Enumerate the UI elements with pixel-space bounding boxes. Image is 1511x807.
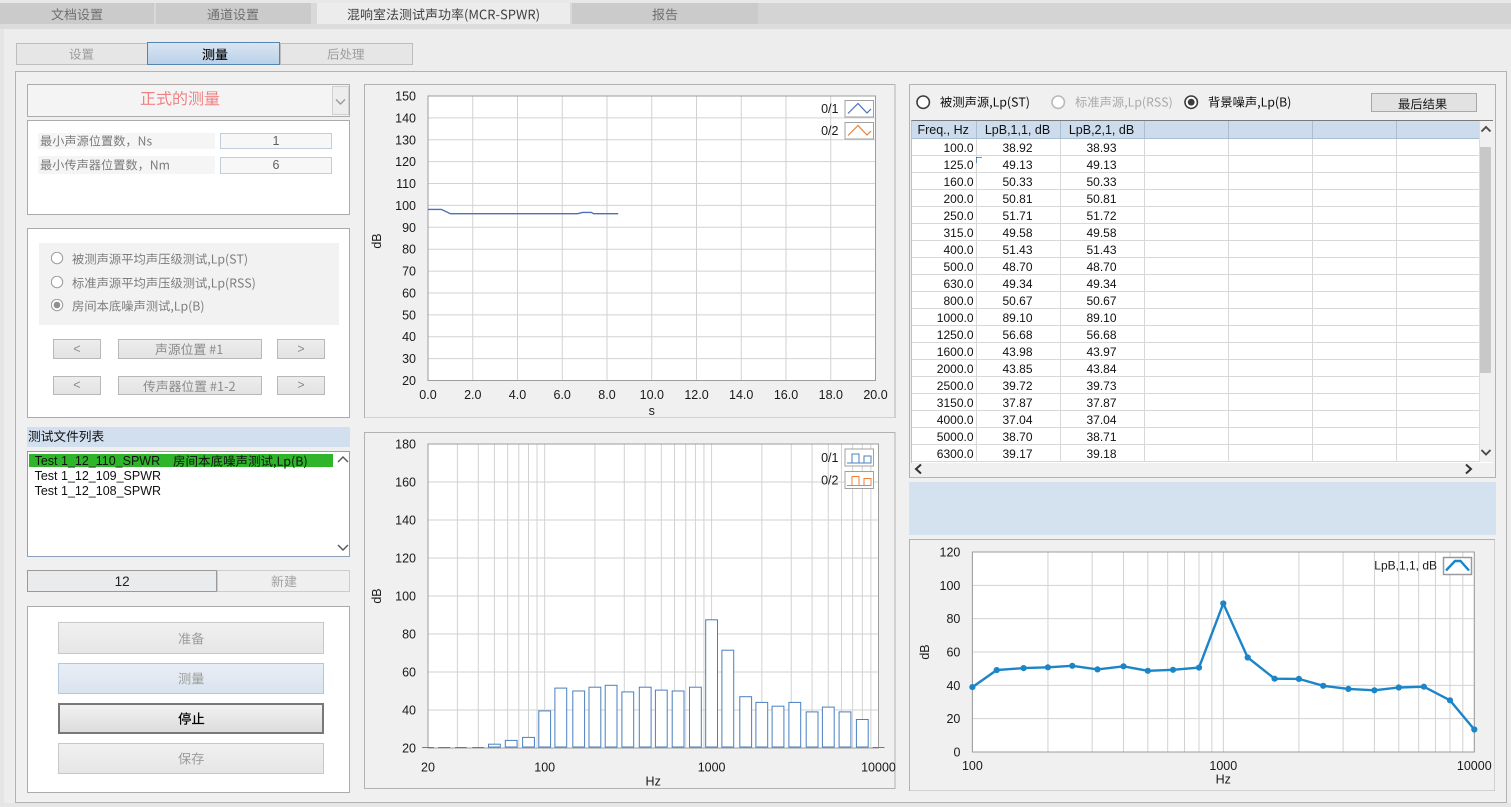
svg-text:0/1: 0/1: [821, 102, 838, 116]
svg-text:0: 0: [953, 746, 960, 760]
svg-text:40: 40: [402, 704, 416, 718]
svg-text:dB: dB: [370, 588, 384, 603]
svg-text:80: 80: [402, 243, 416, 257]
svg-text:20: 20: [402, 374, 416, 388]
svg-text:70: 70: [402, 265, 416, 279]
svg-text:18.0: 18.0: [818, 388, 842, 402]
svg-text:130: 130: [395, 133, 416, 147]
svg-text:LpB,1,1, dB: LpB,1,1, dB: [1374, 559, 1437, 573]
svg-text:60: 60: [946, 646, 960, 660]
svg-text:20: 20: [421, 761, 435, 775]
svg-text:14.0: 14.0: [729, 388, 753, 402]
svg-text:110: 110: [396, 177, 416, 191]
svg-text:1000: 1000: [697, 761, 725, 775]
svg-text:6.0: 6.0: [553, 388, 570, 402]
svg-text:8.0: 8.0: [598, 388, 615, 402]
svg-text:16.0: 16.0: [773, 388, 797, 402]
svg-text:100: 100: [962, 759, 983, 773]
svg-text:0.0: 0.0: [419, 388, 436, 402]
svg-text:Hz: Hz: [1216, 773, 1231, 787]
svg-text:20: 20: [402, 742, 416, 756]
svg-text:90: 90: [402, 221, 416, 235]
svg-text:10000: 10000: [861, 761, 896, 775]
svg-text:100: 100: [534, 761, 555, 775]
svg-text:120: 120: [395, 552, 416, 566]
svg-text:80: 80: [402, 628, 416, 642]
svg-text:10.0: 10.0: [639, 388, 663, 402]
svg-text:80: 80: [946, 612, 960, 626]
svg-text:120: 120: [940, 546, 961, 560]
svg-text:0/2: 0/2: [821, 124, 838, 138]
svg-text:150: 150: [395, 90, 416, 104]
svg-text:20.0: 20.0: [863, 388, 887, 402]
svg-text:100: 100: [395, 199, 416, 213]
svg-text:1000: 1000: [1209, 759, 1237, 773]
svg-text:4.0: 4.0: [508, 388, 525, 402]
svg-text:20: 20: [946, 712, 960, 726]
svg-text:100: 100: [940, 579, 961, 593]
svg-text:Hz: Hz: [645, 775, 660, 789]
svg-text:0/2: 0/2: [821, 474, 838, 488]
svg-text:100: 100: [395, 590, 416, 604]
svg-text:12.0: 12.0: [684, 388, 708, 402]
svg-text:60: 60: [402, 287, 416, 301]
svg-text:0/1: 0/1: [821, 451, 838, 465]
svg-text:120: 120: [395, 155, 416, 169]
svg-text:2.0: 2.0: [464, 388, 481, 402]
svg-text:180: 180: [395, 438, 416, 452]
svg-text:dB: dB: [918, 644, 932, 659]
svg-text:30: 30: [402, 352, 416, 366]
svg-text:10000: 10000: [1457, 759, 1492, 773]
svg-text:60: 60: [402, 666, 416, 680]
svg-text:140: 140: [395, 111, 416, 125]
svg-text:dB: dB: [370, 233, 384, 248]
svg-text:40: 40: [946, 679, 960, 693]
svg-text:50: 50: [402, 308, 416, 322]
svg-text:140: 140: [395, 514, 416, 528]
svg-text:s: s: [648, 404, 654, 418]
svg-text:40: 40: [402, 330, 416, 344]
svg-text:160: 160: [395, 476, 416, 490]
